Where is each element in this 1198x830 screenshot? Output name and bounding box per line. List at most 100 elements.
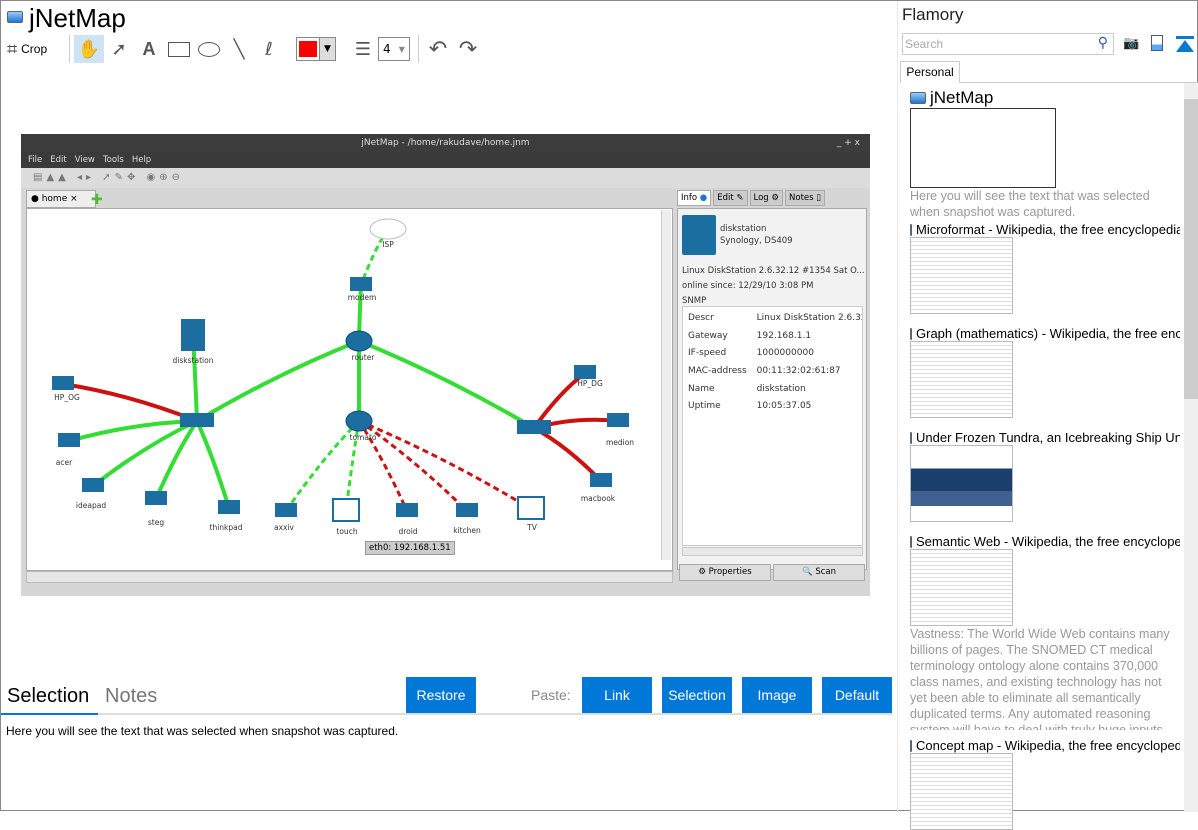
tooltip: eth0: 192.168.1.51 (365, 541, 455, 555)
item-title: Graph (mathematics) - Wikipedia, the fre… (916, 326, 1180, 341)
app-icon (910, 535, 912, 548)
search-placeholder: Search (905, 37, 944, 51)
snapshot-item[interactable]: Graph (mathematics) - Wikipedia, the fre… (910, 326, 1180, 418)
line-style-icon[interactable]: ☰ (348, 35, 378, 63)
item-title: Semantic Web - Wikipedia, the free encyc… (916, 534, 1180, 549)
snapshot-item[interactable]: Concept map - Wikipedia, the free encycl… (910, 738, 1180, 830)
item-description: Vastness: The World Wide Web contains ma… (910, 627, 1170, 730)
scrollbar-thumb[interactable] (1184, 99, 1198, 399)
screen-icon[interactable] (517, 496, 545, 520)
app-icon (910, 431, 912, 444)
node-label: acer (56, 458, 73, 467)
chevron-down-icon: ▼ (398, 44, 405, 54)
app-icon (910, 327, 912, 340)
crop-button[interactable]: ⌗ Crop (7, 39, 65, 60)
node-label: droid (398, 527, 417, 536)
server-icon[interactable] (181, 319, 205, 351)
search-icon[interactable]: ⚲ (1098, 35, 1108, 51)
device-icon[interactable] (590, 473, 612, 487)
snapshot-item[interactable]: Microformat - Wikipedia, the free encycl… (910, 222, 1180, 314)
crop-icon: ⌗ (7, 38, 18, 60)
paste-label: Paste: (531, 687, 571, 703)
network-link (62, 382, 198, 423)
device-icon[interactable] (58, 433, 80, 447)
item-title: Under Frozen Tundra, an Icebreaking Ship… (916, 430, 1180, 445)
item-thumbnail (910, 753, 1013, 830)
text-icon[interactable]: A (134, 35, 164, 63)
item-title: Concept map - Wikipedia, the free encycl… (916, 738, 1180, 753)
network-map: ISP modem router diskstation HP_OGacer ideapa… (52, 218, 634, 536)
screen-icon[interactable] (332, 498, 360, 522)
switch-icon[interactable] (517, 420, 551, 434)
search-input[interactable]: Search ⚲ (902, 33, 1114, 55)
collapse-top-icon[interactable] (1176, 36, 1194, 52)
restore-button[interactable]: Restore (406, 677, 476, 713)
cloud-icon[interactable] (369, 218, 407, 240)
chevron-down-icon: ▼ (319, 38, 335, 60)
router-icon[interactable] (345, 330, 373, 352)
item-thumbnail (910, 237, 1013, 314)
device-icon[interactable] (52, 376, 74, 390)
device-icon[interactable] (218, 500, 240, 514)
app-icon (7, 11, 23, 23)
color-picker[interactable]: ▼ (296, 37, 336, 61)
paste-default-button[interactable]: Default (822, 677, 892, 713)
router-icon[interactable] (345, 410, 373, 432)
paste-link-button[interactable]: Link (582, 677, 652, 713)
tab-notes[interactable]: Notes (105, 685, 157, 708)
line-width-select[interactable]: 4 ▼ (378, 37, 410, 61)
node-label: touch (336, 527, 357, 536)
node-label: diskstation (173, 356, 214, 365)
paste-image-button[interactable]: Image (742, 677, 812, 713)
hand-icon[interactable]: ✋ (74, 35, 104, 63)
page-title: jNetMap (29, 3, 126, 33)
network-link (195, 420, 231, 509)
freehand-icon[interactable]: ℓ (254, 35, 284, 63)
divider (418, 35, 419, 63)
item-thumbnail (910, 445, 1013, 522)
tab-personal[interactable]: Personal (900, 61, 960, 83)
node-label: HP_DG (577, 379, 603, 388)
tab-selection[interactable]: Selection (7, 685, 89, 708)
redo-icon[interactable]: ↷ (453, 35, 483, 63)
device-icon[interactable] (456, 503, 478, 517)
rectangle-icon[interactable] (164, 35, 194, 63)
node-label: tomato (350, 433, 377, 442)
crop-label: Crop (21, 42, 48, 56)
camera-icon[interactable]: 📷 (1123, 36, 1139, 51)
node-label: macbook (581, 494, 616, 503)
node-label: thinkpad (210, 523, 243, 532)
snapshot-image: jNetMap - /home/rakudave/home.jnm _ + x F… (21, 134, 870, 596)
paste-selection-button[interactable]: Selection (662, 677, 732, 713)
device-icon[interactable] (396, 503, 418, 517)
sidebar-scrollbar[interactable] (1184, 83, 1198, 812)
line-icon[interactable]: ╲ (224, 35, 254, 63)
selection-text: Here you will see the text that was sele… (6, 724, 399, 738)
panel-divider (897, 1, 898, 812)
snapshot-item[interactable]: Under Frozen Tundra, an Icebreaking Ship… (910, 430, 1180, 522)
device-icon[interactable] (607, 413, 629, 427)
snapshot-item[interactable]: Semantic Web - Wikipedia, the free encyc… (910, 534, 1180, 730)
switch-icon[interactable] (180, 413, 214, 427)
tab-divider (1, 713, 892, 715)
node-label: kitchen (453, 526, 481, 535)
node-label: ideapad (76, 501, 106, 510)
divider (69, 35, 70, 63)
node-label: axxiv (274, 523, 295, 532)
item-title: Microformat - Wikipedia, the free encycl… (916, 222, 1180, 237)
node-label: HP_OG (54, 393, 80, 402)
snapshot-item[interactable]: jNetMap Here you will see the text that … (910, 88, 1180, 220)
ellipse-icon[interactable] (194, 35, 224, 63)
device-icon[interactable] (275, 503, 297, 517)
device-icon[interactable] (145, 491, 167, 505)
document-icon[interactable] (1151, 35, 1163, 51)
pointer-icon[interactable]: ➚ (104, 35, 134, 63)
device-icon[interactable] (350, 277, 372, 291)
device-icon[interactable] (574, 365, 596, 379)
app-icon (910, 223, 912, 236)
device-icon[interactable] (82, 478, 104, 492)
network-link (195, 339, 360, 423)
node-label: steg (148, 518, 164, 527)
tab-line (960, 82, 1198, 83)
undo-icon[interactable]: ↶ (423, 35, 453, 63)
